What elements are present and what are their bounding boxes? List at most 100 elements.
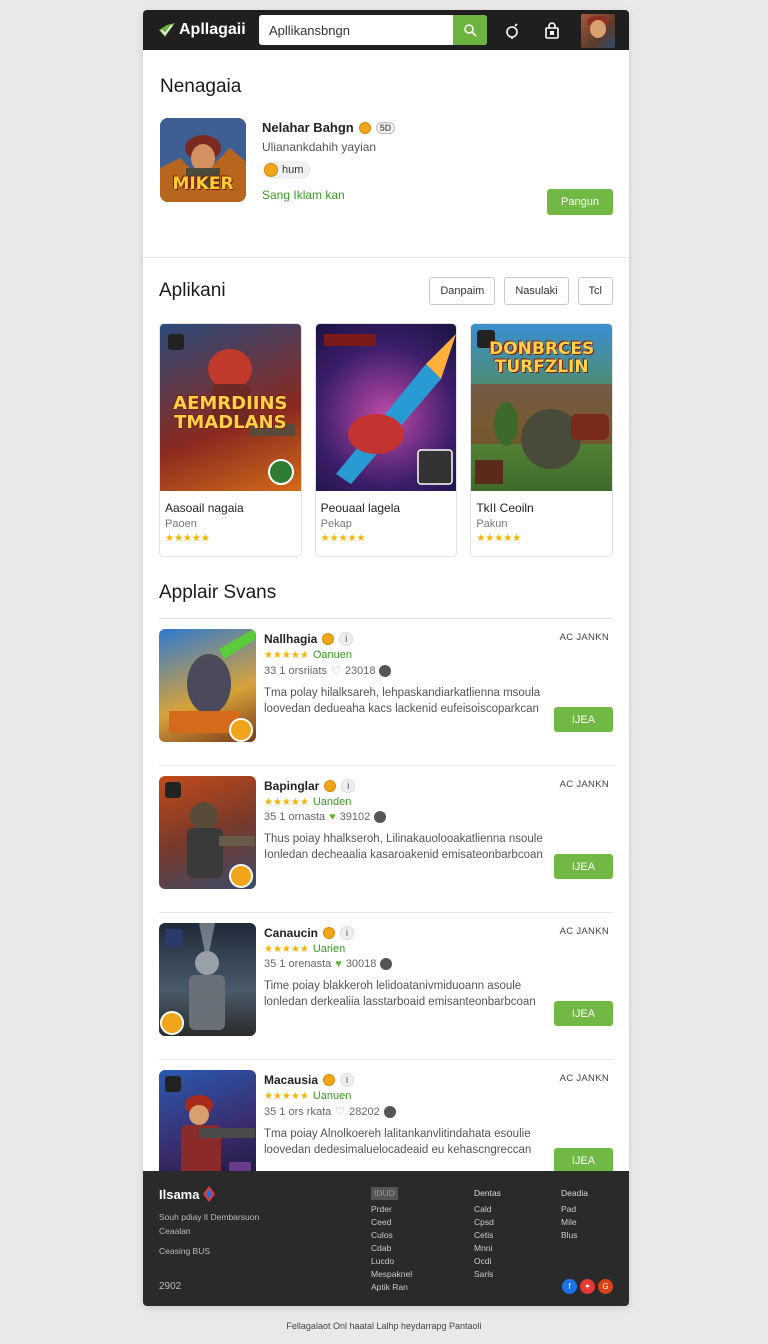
card-title: Peouaal lagela [320, 501, 401, 515]
list-title: Applair Svans [159, 582, 613, 619]
badge-icon [267, 459, 294, 485]
store-button[interactable] [541, 20, 563, 42]
card-art-title: DONBRCES TURFZLIN [489, 339, 595, 377]
header-actions [501, 14, 615, 48]
logo[interactable]: Apllagaii [157, 20, 246, 40]
install-button[interactable]: IJEA [554, 707, 613, 732]
featured-thumbnail[interactable]: MIKER [160, 118, 246, 202]
heart-icon: ♥ [335, 958, 342, 970]
filter-button[interactable]: Tcl [577, 277, 613, 305]
footer-link[interactable]: Ocdi [474, 1255, 501, 1268]
footer-column-head: IDUD [371, 1187, 398, 1200]
card-body: Aasoail nagaia Paoen ★★★★★ [160, 491, 301, 554]
footer: Ilsama Souh pdiay lI Dembarsuon Ceaalan … [143, 1171, 629, 1306]
featured-app[interactable]: MIKER Nelahar Bahgn 5D Ulianankdahih yay… [160, 118, 612, 202]
item-description: Tma poiay Alnolkoereh lalitankanvlitinda… [264, 1128, 532, 1156]
featured-thumb-title: MIKER [172, 174, 234, 194]
footer-link[interactable]: Cald [474, 1203, 501, 1216]
rating-label: Uanden [312, 796, 352, 808]
featured-pill: hum [262, 161, 312, 179]
star-rating: ★★★★★ [476, 533, 522, 544]
list-item[interactable]: Bapinglar i ★★★★★ Uanden 35 1 ornasta ♥ … [159, 766, 613, 913]
filter-button[interactable]: Nasulaki [504, 277, 569, 305]
rating-label: Uanuen [312, 1090, 352, 1102]
meta-count: 30018 [345, 958, 377, 970]
footer-column-head: Dentas [474, 1188, 501, 1198]
featured-title: Nenagaia [160, 76, 242, 97]
pill-label: hum [282, 164, 304, 176]
item-name-row: Nallhagia i [264, 632, 554, 646]
footer-link[interactable]: Aptik Ran [371, 1281, 412, 1294]
footer-link[interactable]: Cpsd [474, 1216, 501, 1229]
card-subtitle: Pakun [476, 518, 508, 530]
list-section: Applair Svans Nallhagia i ★★★★★ Oanuen 3… [143, 566, 629, 1207]
footer-link[interactable]: Mnni [474, 1242, 501, 1255]
app-card[interactable]: AEMRDIINS TMADLANS Aasoail nagaia Paoen … [159, 323, 302, 557]
star-rating: ★★★★★ [264, 796, 309, 808]
item-description: Tma polay hilalksareh, lehpaskandiarkatl… [264, 687, 541, 715]
item-name-row: Bapinglar i [264, 779, 554, 793]
footer-link[interactable]: Sarls [474, 1268, 501, 1281]
heart-icon: ♥ [329, 811, 336, 823]
app-card[interactable]: DONBRCES TURFZLIN TkII Ceoiln Pakun ★★★★… [470, 323, 614, 557]
coin-icon [322, 633, 335, 645]
search-input[interactable] [259, 15, 453, 45]
item-tag: AC JANKN [559, 632, 609, 643]
soldier-art-icon [165, 782, 255, 888]
card-image [315, 324, 457, 491]
featured-section: Nenagaia MIKER Nelahar Bahgn 5D Ulianank… [143, 50, 629, 258]
footer-link[interactable]: Mespaknel [371, 1268, 412, 1281]
footer-link[interactable]: Ceed [371, 1216, 412, 1229]
install-button[interactable]: IJEA [554, 1148, 613, 1173]
notification-button[interactable] [501, 20, 523, 42]
footer-column: Deadia Pad Mile Blus [561, 1187, 588, 1242]
info-icon: i [341, 779, 356, 793]
star-rating: ★★★★★ [320, 533, 366, 544]
search-button[interactable] [453, 15, 487, 45]
star-social-icon[interactable]: ✦ [580, 1279, 595, 1294]
filter-button[interactable]: Danpaim [429, 277, 496, 305]
footer-link[interactable]: Lucdo [371, 1255, 412, 1268]
avatar[interactable] [581, 14, 615, 48]
top-bar: Apllagaii [143, 10, 629, 50]
bell-icon [506, 23, 518, 39]
download-icon [374, 811, 387, 823]
item-rating: ★★★★★ Uanuen [264, 1090, 554, 1102]
featured-name: Nelahar Bahgn [262, 120, 354, 135]
item-rating: ★★★★★ Uarien [264, 943, 554, 955]
app-card[interactable]: Peouaal lagela Pekap ★★★★★ [314, 323, 458, 557]
item-info: Bapinglar i ★★★★★ Uanden 35 1 ornasta ♥ … [264, 779, 554, 896]
install-button[interactable]: IJEA [554, 1001, 613, 1026]
footer-link[interactable]: Prder [371, 1203, 412, 1216]
item-rating: ★★★★★ Uanden [264, 796, 554, 808]
footer-link[interactable]: Pad [561, 1203, 588, 1216]
item-name: Canaucin [264, 926, 319, 940]
gunner-art-icon [165, 1076, 255, 1178]
spaceship-art-icon [323, 334, 456, 485]
knight-art-icon [160, 923, 225, 1035]
footer-link[interactable]: Cdab [371, 1242, 412, 1255]
item-meta: 35 1 orenasta ♥ 30018 [264, 958, 554, 970]
google-icon[interactable]: G [598, 1279, 613, 1294]
install-button[interactable]: IJEA [554, 854, 613, 879]
facebook-icon[interactable]: f [562, 1279, 577, 1294]
card-image: DONBRCES TURFZLIN [471, 324, 613, 491]
footer-column-head: Deadia [561, 1188, 588, 1198]
list-item[interactable]: Nallhagia i ★★★★★ Oanuen 33 1 orsriiats … [159, 619, 613, 766]
footer-link[interactable]: Cetis [474, 1229, 501, 1242]
card-subtitle: Pekap [320, 518, 352, 530]
item-rating: ★★★★★ Oanuen [264, 649, 554, 661]
item-meta: 35 1 ors rkata ♡ 28202 [264, 1105, 554, 1118]
footer-link[interactable]: Culos [371, 1229, 412, 1242]
item-meta: 33 1 orsriiats ♡ 23018 [264, 664, 554, 677]
featured-get-button[interactable]: Pangun [547, 189, 613, 215]
footer-link[interactable]: Mile [561, 1216, 588, 1229]
coin-icon [323, 927, 336, 939]
star-rating: ★★★★★ [264, 1090, 309, 1102]
coin-icon [358, 121, 371, 134]
list-item[interactable]: Canaucin i ★★★★★ Uarien 35 1 orenasta ♥ … [159, 913, 613, 1060]
footer-link[interactable]: Blus [561, 1229, 588, 1242]
meta-count: 23018 [344, 664, 376, 677]
featured-link[interactable]: Sang Iklam kan [262, 188, 395, 202]
filter-group: Danpaim Nasulaki Tcl [429, 277, 613, 305]
